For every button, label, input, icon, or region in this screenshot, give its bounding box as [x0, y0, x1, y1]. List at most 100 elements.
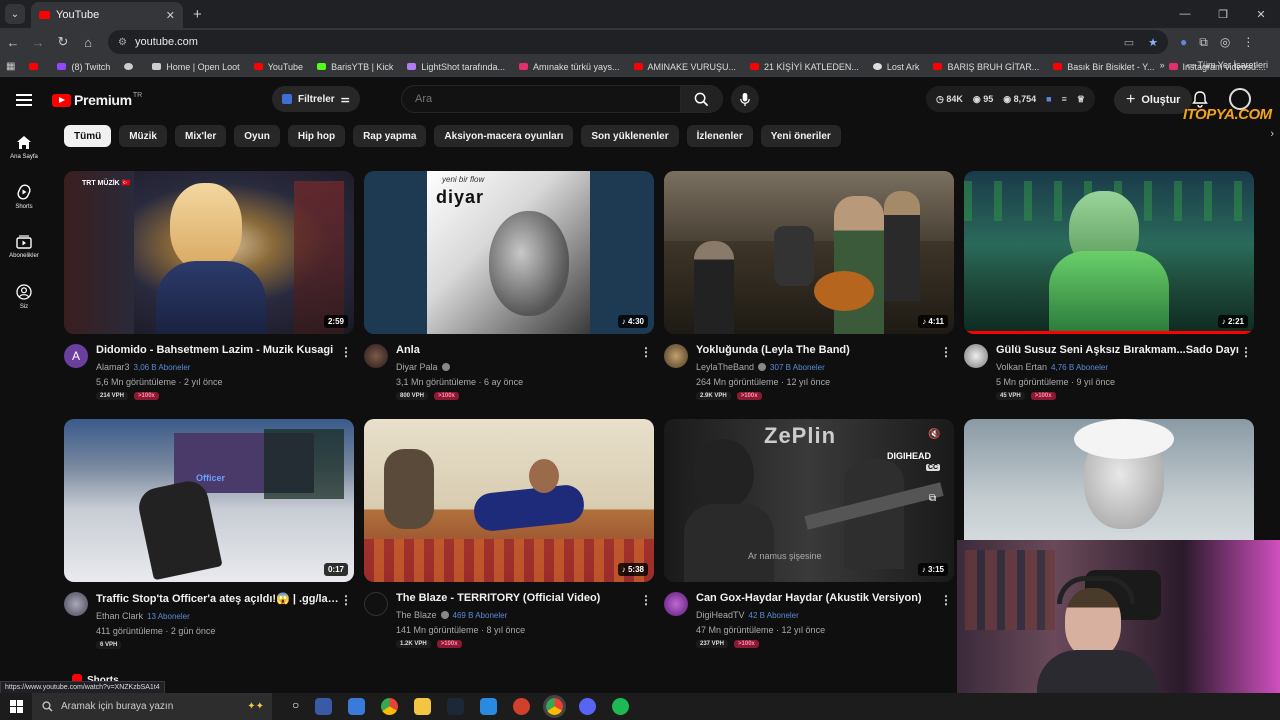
- site-info-icon[interactable]: ⚙: [118, 37, 127, 48]
- chip-gaming[interactable]: Oyun: [234, 125, 280, 147]
- bookmark-item[interactable]: BARIŞ BRUH GİTAR...: [933, 62, 1039, 72]
- back-icon[interactable]: ←: [1, 35, 25, 50]
- apps-grid-icon[interactable]: ▦: [6, 61, 15, 72]
- channel-avatar[interactable]: [964, 344, 988, 368]
- steam-icon[interactable]: [447, 698, 465, 715]
- video-title[interactable]: Anla: [396, 344, 640, 356]
- channel-name[interactable]: Diyar Pala: [396, 362, 438, 372]
- video-thumbnail[interactable]: ♪ 2:21: [964, 171, 1254, 334]
- youtube-logo[interactable]: Premium TR: [52, 92, 142, 108]
- bookmark-star-icon[interactable]: ★: [1148, 36, 1158, 49]
- tab-search-button[interactable]: ⌄: [5, 4, 25, 24]
- video-card[interactable]: ♪ 2:21 Gülü Susuz Seni Aşksız Bırakmam..…: [964, 171, 1254, 400]
- picture-in-picture-icon[interactable]: ⧉: [929, 493, 936, 504]
- taskbar-search[interactable]: Aramak için buraya yazın ✦✦: [32, 693, 272, 720]
- channel-name[interactable]: Volkan Ertan: [996, 362, 1047, 372]
- chip-rap[interactable]: Rap yapma: [353, 125, 427, 147]
- mute-icon[interactable]: 🔇: [928, 429, 940, 440]
- video-title[interactable]: Gülü Susuz Seni Aşksız Bırakmam...Sado D…: [996, 344, 1240, 356]
- video-card[interactable]: ♪ 4:11 Yokluğunda (Leyla The Band) Leyla…: [664, 171, 954, 400]
- store-icon[interactable]: [348, 698, 366, 715]
- video-card[interactable]: yeni bir flow diyar ♪ 4:30 Anla Diyar Pa…: [364, 171, 654, 400]
- minimize-icon[interactable]: —: [1166, 0, 1204, 28]
- forward-icon[interactable]: →: [26, 35, 50, 50]
- more-options-icon[interactable]: ⋮: [340, 593, 352, 607]
- start-button[interactable]: [0, 693, 32, 720]
- filters-button[interactable]: Filtreler ⚌: [272, 86, 360, 112]
- video-thumbnail[interactable]: ♪ 4:11: [664, 171, 954, 334]
- hamburger-menu-icon[interactable]: [16, 94, 32, 106]
- bookmark-item[interactable]: AMINAKE VURUŞU...: [633, 62, 736, 72]
- video-thumbnail[interactable]: TRT MÜZİK 🇹🇷 2:59: [64, 171, 354, 334]
- chips-next-icon[interactable]: ›: [1270, 128, 1274, 140]
- task-view-icon[interactable]: ○: [292, 698, 299, 715]
- channel-avatar[interactable]: [364, 344, 388, 368]
- video-thumbnail[interactable]: Officer 0:17: [64, 419, 354, 582]
- chrome-icon[interactable]: [381, 698, 399, 715]
- video-thumbnail[interactable]: ZePlin DIGIHEAD Ar namus şişesine 🔇 CC ⧉…: [664, 419, 954, 582]
- captions-icon[interactable]: CC: [926, 464, 941, 471]
- more-options-icon[interactable]: ⋮: [940, 345, 952, 359]
- bookmark-item[interactable]: [29, 63, 43, 70]
- sidebar-item-shorts[interactable]: Shorts: [0, 172, 48, 222]
- channel-name[interactable]: LeylaTheBand: [696, 362, 754, 372]
- chip-action-adventure[interactable]: Aksiyon-macera oyunları: [434, 125, 574, 147]
- chip-all[interactable]: Tümü: [64, 125, 112, 147]
- video-thumbnail[interactable]: yeni bir flow diyar ♪ 4:30: [364, 171, 654, 334]
- voice-search-button[interactable]: [731, 85, 759, 113]
- restore-icon[interactable]: ❐: [1204, 0, 1242, 28]
- video-card[interactable]: Officer 0:17 Traffic Stop'ta Officer'a a…: [64, 419, 354, 649]
- video-title[interactable]: Can Gox-Haydar Haydar (Akustik Versiyon): [696, 592, 940, 604]
- all-bookmarks-folder[interactable]: ▭ Tüm Yer İşaretleri: [1187, 60, 1268, 71]
- home-icon[interactable]: ⌂: [76, 35, 100, 50]
- search-button[interactable]: [681, 85, 723, 113]
- chip-recently-uploaded[interactable]: Son yüklenenler: [581, 125, 679, 147]
- bookmark-item[interactable]: 21 KİŞİYİ KATLEDEN...: [750, 62, 859, 72]
- more-options-icon[interactable]: ⋮: [640, 345, 652, 359]
- chip-mixes[interactable]: Mix'ler: [175, 125, 227, 147]
- sidebar-item-you[interactable]: Siz: [0, 272, 48, 322]
- new-tab-button[interactable]: +: [193, 6, 202, 23]
- bookmark-item[interactable]: Lost Ark: [872, 62, 919, 72]
- extension-badge-icon[interactable]: ■: [1046, 94, 1051, 104]
- discord-icon[interactable]: [579, 698, 597, 715]
- extension-stats-bar[interactable]: ◷ 84K ◉ 95 ◉ 8,754 ■ ≡ ♕: [926, 86, 1095, 112]
- more-options-icon[interactable]: ⋮: [1240, 345, 1252, 359]
- channel-avatar[interactable]: [64, 592, 88, 616]
- channel-avatar[interactable]: [664, 344, 688, 368]
- bookmark-item[interactable]: Amınake türkü yays...: [518, 62, 620, 72]
- chrome-active-icon[interactable]: [543, 695, 567, 718]
- video-card[interactable]: ♪ 5:38 The Blaze - TERRITORY (Official V…: [364, 419, 654, 648]
- channel-name[interactable]: Ethan Clark: [96, 611, 143, 621]
- sidebar-item-subscriptions[interactable]: Abonelikler: [0, 222, 48, 272]
- cast-icon[interactable]: ▭: [1124, 36, 1134, 49]
- video-title[interactable]: The Blaze - TERRITORY (Official Video): [396, 592, 640, 604]
- video-card[interactable]: ZePlin DIGIHEAD Ar namus şişesine 🔇 CC ⧉…: [664, 419, 954, 648]
- bookmark-item[interactable]: BarisYTB | Kick: [317, 62, 393, 72]
- extensions-puzzle-icon[interactable]: ⧉: [1199, 35, 1208, 50]
- video-thumbnail[interactable]: ♪ 5:38: [364, 419, 654, 582]
- app-icon[interactable]: [480, 698, 498, 715]
- channel-name[interactable]: The Blaze: [396, 610, 437, 620]
- browser-tab[interactable]: YouTube ✕: [31, 2, 183, 28]
- more-options-icon[interactable]: ⋮: [640, 593, 652, 607]
- bookmark-item[interactable]: [124, 63, 138, 70]
- channel-name[interactable]: DigiHeadTV: [696, 610, 745, 620]
- channel-avatar[interactable]: A: [64, 344, 88, 368]
- close-tab-icon[interactable]: ✕: [166, 9, 175, 22]
- chip-watched[interactable]: İzlenenler: [686, 125, 753, 147]
- reload-icon[interactable]: ↻: [51, 34, 75, 50]
- bookmark-item[interactable]: YouTube: [253, 62, 303, 72]
- extension-icon[interactable]: ●: [1180, 35, 1187, 50]
- app-icon[interactable]: [513, 698, 531, 715]
- chip-hip-hop[interactable]: Hip hop: [287, 125, 346, 147]
- url-field[interactable]: ⚙ youtube.com ▭ ★: [108, 30, 1168, 54]
- browser-menu-icon[interactable]: ⋮: [1242, 35, 1254, 50]
- more-options-icon[interactable]: ⋮: [340, 345, 352, 359]
- more-bookmarks-icon[interactable]: »: [1160, 60, 1165, 71]
- bookmark-item[interactable]: Basık Bir Bisiklet - Y...: [1053, 62, 1155, 72]
- sidebar-item-home[interactable]: Ana Sayfa: [0, 122, 48, 172]
- bookmark-item[interactable]: (8) Twitch: [57, 62, 110, 72]
- profile-icon[interactable]: ◎: [1220, 35, 1230, 50]
- video-card[interactable]: TRT MÜZİK 🇹🇷 2:59 A Didomido - Bahsetmem…: [64, 171, 354, 400]
